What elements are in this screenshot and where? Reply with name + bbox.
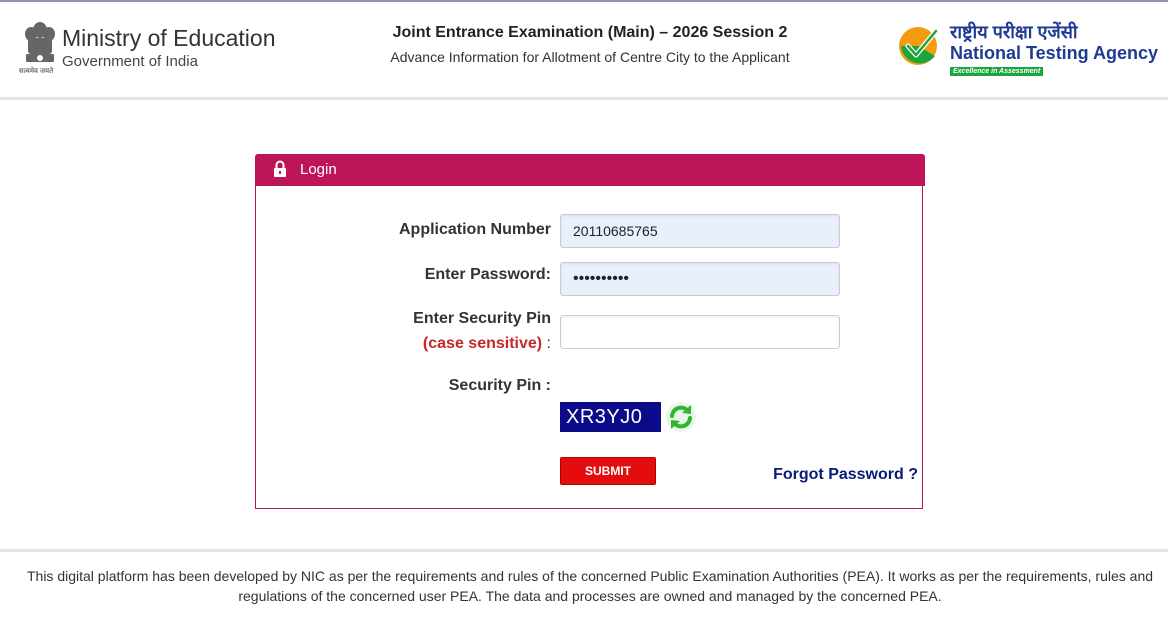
submit-button[interactable]: SUBMIT [560, 457, 656, 485]
login-title: Login [300, 161, 337, 178]
case-sensitive-colon: : [542, 335, 551, 352]
site-footer: This digital platform has been developed… [0, 549, 1168, 622]
nta-name: National Testing Agency [950, 43, 1159, 63]
lock-icon [274, 160, 286, 177]
case-sensitive-note: (case sensitive) : [423, 335, 551, 353]
security-pin-input[interactable] [560, 315, 840, 349]
exam-subtitle: Advance Information for Allotment of Cen… [390, 49, 790, 65]
nta-hindi-name: राष्ट्रीय परीक्षा एजेंसी [950, 22, 1078, 42]
application-number-label: Application Number [398, 221, 551, 238]
nta-tagline: Excellence in Assessment [950, 67, 1044, 76]
captcha-label: Security Pin : [448, 377, 551, 394]
password-label: Enter Password: [424, 266, 551, 283]
emblem-motto: सत्यमेव जयते [19, 68, 54, 75]
application-number-input[interactable] [560, 214, 840, 248]
nta-logo-icon [899, 27, 939, 65]
password-input[interactable] [560, 262, 840, 296]
login-form: Application Number Enter Password: Enter… [255, 186, 923, 509]
exam-heading: Joint Entrance Examination (Main) – 2026… [350, 24, 830, 65]
ministry-title: Ministry of Education [62, 25, 276, 51]
forgot-password-link[interactable]: Forgot Password ? [773, 466, 918, 484]
nta-branding: राष्ट्रीय परीक्षा एजेंसी National Testin… [898, 20, 1160, 80]
site-header: सत्यमेव जयते Ministry of Education Gover… [0, 2, 1168, 100]
exam-title: Joint Entrance Examination (Main) – 2026… [392, 24, 788, 41]
case-sensitive-text: (case sensitive) [422, 335, 543, 352]
ministry-subtitle: Government of India [62, 53, 198, 70]
login-panel: Login Application Number Enter Password:… [255, 154, 925, 509]
footer-disclaimer: This digital platform has been developed… [26, 568, 1154, 604]
login-header: Login [255, 154, 925, 186]
captcha-image: XR3YJ0 [560, 402, 661, 432]
security-pin-label: Enter Security Pin [413, 310, 551, 327]
refresh-icon[interactable] [665, 401, 697, 433]
